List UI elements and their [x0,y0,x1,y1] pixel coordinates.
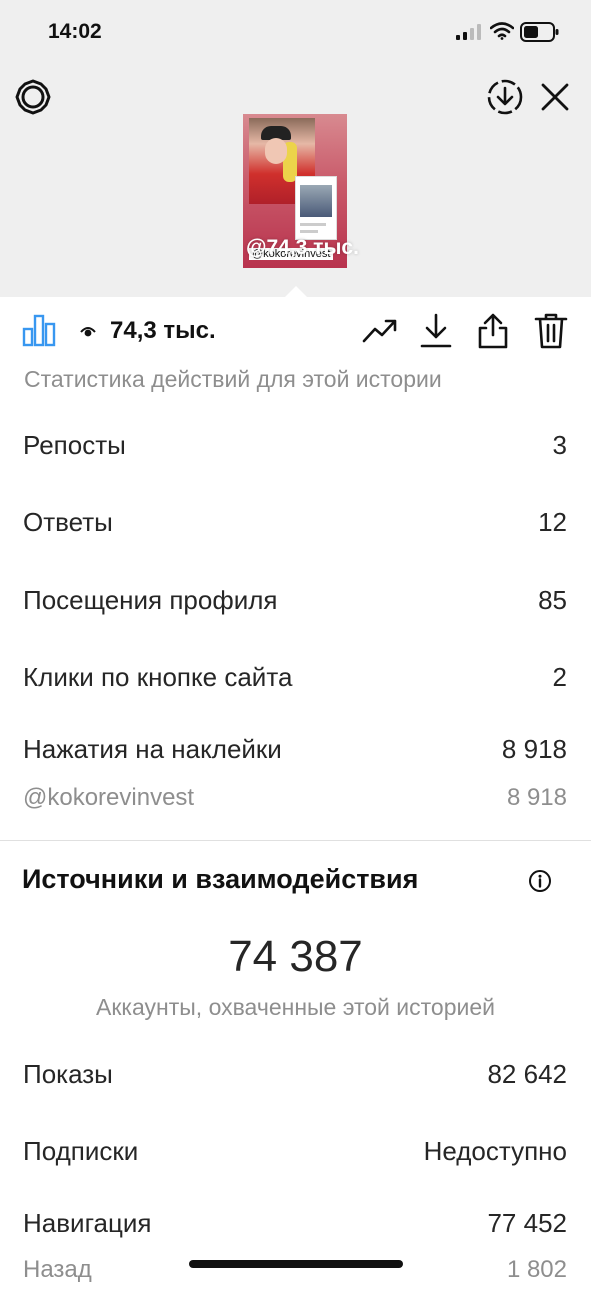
section-divider [0,840,591,841]
story-preview-area: 14:02 @kokorevinvest @74,3 тыс. [0,0,591,297]
save-download-icon[interactable] [419,313,453,349]
stat-value: 85 [538,585,567,615]
trash-icon[interactable] [534,313,568,349]
promote-trend-icon[interactable] [362,313,398,347]
stat-row-replies: Ответы 12 [23,507,567,547]
stat-value: Недоступно [423,1136,567,1166]
stat-value: 8 918 [506,784,567,811]
status-time: 14:02 [48,20,102,43]
stat-value: 8 918 [501,734,567,764]
stat-label: @kokorevinvest [23,784,195,811]
stat-value: 2 [552,662,567,692]
thumbnail-views-overlay: @74,3 тыс. [246,236,359,259]
wifi-icon [490,22,514,40]
story-toolbar: 74,3 тыс. [0,297,591,367]
stat-row-impressions: Показы 82 642 [23,1059,567,1099]
stat-row-shares: Репосты 3 [23,430,567,470]
stat-label: Ответы [23,507,113,537]
cellular-signal-icon [456,24,481,40]
stat-label: Подписки [23,1136,139,1166]
stat-row-follows: Подписки Недоступно [23,1136,567,1176]
stat-label: Посещения профиля [23,585,278,615]
home-indicator[interactable] [189,1260,403,1268]
discovery-title: Источники и взаимодействия [22,864,419,894]
eye-icon [80,326,96,337]
stat-row-sticker-taps: Нажатия на наклейки 8 918 [23,734,567,774]
battery-icon [520,22,559,42]
stat-label: Нажатия на наклейки [23,734,282,764]
settings-gear-icon[interactable] [14,78,52,116]
stat-label: Репосты [23,430,126,460]
interactions-subtitle: Статистика действий для этой истории [24,366,442,392]
stat-label: Навигация [23,1208,152,1238]
stat-row-website-clicks: Клики по кнопке сайта 2 [23,662,567,702]
stat-value: 12 [538,507,567,537]
share-icon[interactable] [476,313,510,349]
stat-row-sticker-mention: @kokorevinvest 8 918 [23,784,567,824]
stat-label: Показы [23,1059,113,1089]
reach-caption: Аккаунты, охваченные этой историей [96,994,495,1020]
views-value: 74,3 тыс. [110,317,216,344]
status-bar: 14:02 [0,0,591,62]
stat-value: 77 452 [487,1208,567,1238]
stat-row-profile-visits: Посещения профиля 85 [23,585,567,625]
stat-value: 82 642 [487,1059,567,1089]
stat-label: Клики по кнопке сайта [23,662,293,692]
download-circle-icon[interactable] [486,78,524,116]
insights-bars-icon[interactable] [22,313,56,347]
info-icon[interactable] [528,869,552,893]
stat-row-navigation: Навигация 77 452 [23,1208,567,1248]
views-count: 74,3 тыс. [80,317,216,345]
close-icon[interactable] [540,82,570,112]
reach-value: 74 387 [228,932,363,981]
embedded-post-card [295,176,337,240]
stat-value: 3 [552,430,567,460]
